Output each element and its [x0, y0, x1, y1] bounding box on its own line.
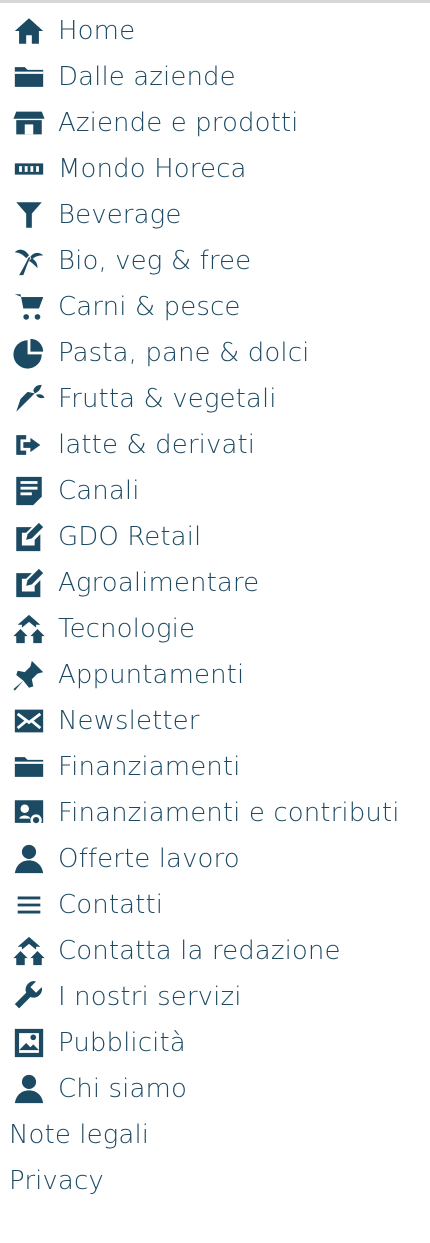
menu-item-newsletter[interactable]: Newsletter	[0, 698, 430, 744]
menu-item-label: Agroalimentare	[58, 568, 260, 598]
menu-item-frutta-vegetali[interactable]: Frutta & vegetali	[0, 376, 430, 422]
image-icon	[9, 1023, 49, 1063]
film-icon	[9, 149, 49, 189]
menu-item-canali[interactable]: Canali	[0, 468, 430, 514]
menu-item-appuntamenti[interactable]: Appuntamenti	[0, 652, 430, 698]
contact-card-icon	[9, 793, 49, 833]
menu-item-label: Contatti	[58, 890, 164, 920]
edit-icon	[9, 517, 49, 557]
menu-item-label: Bio, veg & free	[58, 246, 252, 276]
palm-tree-icon	[9, 241, 49, 281]
pin-icon	[9, 655, 49, 695]
site-navigation-menu: Home Dalle aziende Aziende e prodotti Mo…	[0, 8, 430, 1204]
menu-item-pubblicita[interactable]: Pubblicità	[0, 1020, 430, 1066]
user-icon	[9, 1069, 49, 1109]
menu-item-finanziamenti-e-contributi[interactable]: Finanziamenti e contributi	[0, 790, 430, 836]
top-border	[0, 0, 430, 3]
menu-item-label: Pubblicità	[58, 1028, 186, 1058]
menu-item-gdo-retail[interactable]: GDO Retail	[0, 514, 430, 560]
share-icon	[9, 425, 49, 465]
menu-item-label: Note legali	[9, 1120, 150, 1150]
menu-item-home[interactable]: Home	[0, 8, 430, 54]
home-icon	[9, 11, 49, 51]
user-icon	[9, 839, 49, 879]
menu-item-label: latte & derivati	[58, 430, 256, 460]
menu-item-privacy[interactable]: Privacy	[0, 1158, 430, 1204]
menu-item-label: Appuntamenti	[58, 660, 245, 690]
wrench-icon	[9, 977, 49, 1017]
menu-item-i-nostri-servizi[interactable]: I nostri servizi	[0, 974, 430, 1020]
menu-item-agroalimentare[interactable]: Agroalimentare	[0, 560, 430, 606]
menu-item-label: Home	[58, 16, 136, 46]
menu-item-label: Privacy	[9, 1166, 104, 1196]
menu-item-contatti[interactable]: Contatti	[0, 882, 430, 928]
cart-icon	[9, 287, 49, 327]
menu-item-contatta-la-redazione[interactable]: Contatta la redazione	[0, 928, 430, 974]
menu-item-label: Aziende e prodotti	[58, 108, 299, 138]
menu-item-note-legali[interactable]: Note legali	[0, 1112, 430, 1158]
menu-item-label: Beverage	[58, 200, 182, 230]
menu-item-carni-pesce[interactable]: Carni & pesce	[0, 284, 430, 330]
menu-item-dalle-aziende[interactable]: Dalle aziende	[0, 54, 430, 100]
menu-item-latte-derivati[interactable]: latte & derivati	[0, 422, 430, 468]
menu-item-label: Mondo Horeca	[58, 154, 247, 184]
menu-item-label: Dalle aziende	[58, 62, 236, 92]
menu-item-offerte-lavoro[interactable]: Offerte lavoro	[0, 836, 430, 882]
menu-item-aziende-e-prodotti[interactable]: Aziende e prodotti	[0, 100, 430, 146]
houses-icon	[9, 931, 49, 971]
menu-item-label: I nostri servizi	[58, 982, 242, 1012]
menu-item-pasta-pane-dolci[interactable]: Pasta, pane & dolci	[0, 330, 430, 376]
edit-icon	[9, 563, 49, 603]
menu-item-label: Offerte lavoro	[58, 844, 240, 874]
carrot-icon	[9, 379, 49, 419]
menu-item-chi-siamo[interactable]: Chi siamo	[0, 1066, 430, 1112]
menu-item-label: Newsletter	[58, 706, 200, 736]
menu-item-beverage[interactable]: Beverage	[0, 192, 430, 238]
menu-item-label: Frutta & vegetali	[58, 384, 277, 414]
menu-icon	[9, 885, 49, 925]
menu-item-label: Tecnologie	[58, 614, 196, 644]
menu-item-mondo-horeca[interactable]: Mondo Horeca	[0, 146, 430, 192]
envelope-icon	[9, 701, 49, 741]
menu-item-label: Chi siamo	[58, 1074, 187, 1104]
shop-icon	[9, 103, 49, 143]
menu-item-label: Carni & pesce	[58, 292, 241, 322]
folder-icon	[9, 57, 49, 97]
menu-item-label: Finanziamenti e contributi	[58, 798, 400, 828]
document-icon	[9, 471, 49, 511]
houses-icon	[9, 609, 49, 649]
menu-item-label: Canali	[58, 476, 140, 506]
funnel-icon	[9, 195, 49, 235]
menu-item-bio-veg-free[interactable]: Bio, veg & free	[0, 238, 430, 284]
pie-chart-icon	[9, 333, 49, 373]
menu-item-label: Finanziamenti	[58, 752, 241, 782]
menu-item-tecnologie[interactable]: Tecnologie	[0, 606, 430, 652]
menu-item-label: Pasta, pane & dolci	[58, 338, 310, 368]
menu-item-finanziamenti[interactable]: Finanziamenti	[0, 744, 430, 790]
menu-item-label: Contatta la redazione	[58, 936, 341, 966]
folder-icon	[9, 747, 49, 787]
menu-item-label: GDO Retail	[58, 522, 202, 552]
